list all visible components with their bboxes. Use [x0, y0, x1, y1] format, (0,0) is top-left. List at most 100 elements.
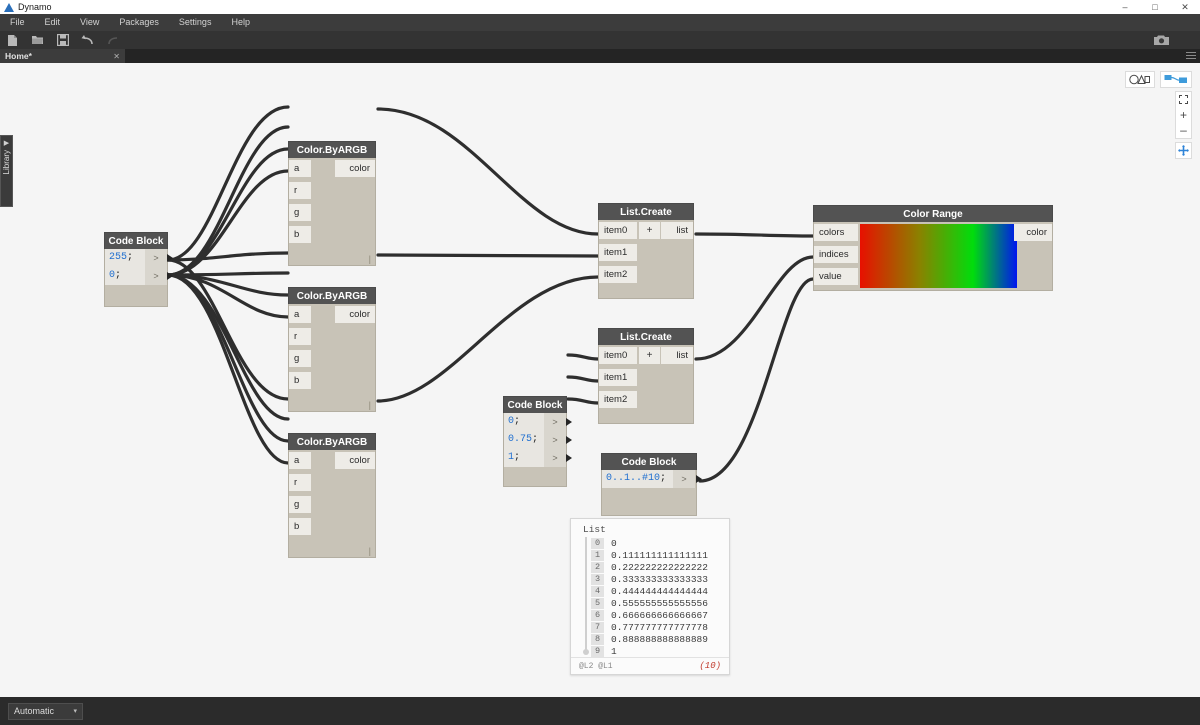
add-input-button[interactable]: +: [639, 222, 660, 239]
output-port-nub[interactable]: [566, 436, 572, 444]
node-resize-handle[interactable]: |: [369, 546, 371, 556]
input-port-item2[interactable]: item2: [599, 266, 637, 283]
code-text[interactable]: 0..1..#10;: [602, 470, 673, 488]
code-text[interactable]: 1;: [504, 449, 544, 467]
menu-item-packages[interactable]: Packages: [109, 14, 169, 31]
minimize-button[interactable]: –: [1110, 0, 1140, 14]
node-color-byargb-2[interactable]: Color.ByARGB a r g b color |: [288, 287, 376, 412]
tab-menu-icon[interactable]: [1186, 52, 1196, 60]
input-port-item1[interactable]: item1: [599, 369, 637, 386]
menu-item-help[interactable]: Help: [221, 14, 260, 31]
library-label: Library: [2, 150, 11, 174]
output-port-nub[interactable]: [566, 454, 572, 462]
input-port-g[interactable]: g: [289, 350, 311, 367]
node-list-create-2[interactable]: List.Create item0 item1 item2 + - list: [598, 328, 694, 424]
redo-button[interactable]: [100, 31, 125, 49]
menu-item-edit[interactable]: Edit: [35, 14, 71, 31]
code-text[interactable]: 0;: [105, 267, 145, 285]
output-port-list[interactable]: list: [667, 347, 693, 364]
code-text[interactable]: 0.75;: [504, 431, 544, 449]
camera-icon[interactable]: [1149, 31, 1174, 49]
output-chevron[interactable]: >: [544, 431, 566, 449]
output-port-nub[interactable]: [566, 418, 572, 426]
node-code-block-indices[interactable]: Code Block 0; > 0.75; > 1; >: [503, 396, 567, 487]
node-color-byargb-3[interactable]: Color.ByARGB a r g b color |: [288, 433, 376, 558]
code-line[interactable]: 0; >: [504, 413, 566, 431]
node-resize-handle[interactable]: |: [369, 254, 371, 264]
menu-item-file[interactable]: File: [0, 14, 35, 31]
node-code-block-range[interactable]: Code Block 0..1..#10; >: [601, 453, 697, 516]
undo-button[interactable]: [75, 31, 100, 49]
graph-view-icon: [1164, 74, 1188, 85]
output-chevron[interactable]: >: [145, 249, 167, 267]
node-color-range[interactable]: Color Range colors indices value color: [813, 205, 1053, 291]
input-port-colors[interactable]: colors: [814, 224, 858, 241]
library-panel-tab[interactable]: ▶ Library: [0, 135, 13, 207]
menu-item-settings[interactable]: Settings: [169, 14, 222, 31]
list-preview-panel[interactable]: List 0010.11111111111111120.222222222222…: [570, 518, 730, 675]
output-port-color[interactable]: color: [1014, 224, 1052, 241]
maximize-button[interactable]: □: [1140, 0, 1170, 14]
node-list-create-1[interactable]: List.Create item0 item1 item2 + - list: [598, 203, 694, 299]
input-port-g[interactable]: g: [289, 204, 311, 221]
output-port-color[interactable]: color: [335, 452, 375, 469]
input-port-r[interactable]: r: [289, 328, 311, 345]
input-port-b[interactable]: b: [289, 226, 311, 243]
input-port-a[interactable]: a: [289, 452, 311, 469]
zoom-in-button[interactable]: +: [1175, 107, 1192, 122]
input-port-item0[interactable]: item0: [599, 347, 637, 364]
input-port-item1[interactable]: item1: [599, 244, 637, 261]
new-file-button[interactable]: [0, 31, 25, 49]
zoom-fit-button[interactable]: [1175, 92, 1192, 107]
code-line[interactable]: 0..1..#10; >: [602, 470, 695, 488]
list-levels[interactable]: @L2 @L1: [579, 662, 613, 671]
list-preview-footer: @L2 @L1 (10): [571, 657, 729, 674]
code-text[interactable]: 255;: [105, 249, 145, 267]
input-port-b[interactable]: b: [289, 518, 311, 535]
graph-view-toggle[interactable]: [1160, 71, 1192, 88]
input-port-a[interactable]: a: [289, 160, 311, 177]
code-line[interactable]: 1; >: [504, 449, 566, 467]
input-port-r[interactable]: r: [289, 182, 311, 199]
tab-home[interactable]: Home* ✕: [0, 49, 125, 63]
zoom-out-button[interactable]: –: [1175, 123, 1192, 138]
geometry-view-toggle[interactable]: [1125, 71, 1155, 88]
code-text[interactable]: 0;: [504, 413, 544, 431]
node-code-block-argb[interactable]: Code Block 255; > 0; >: [104, 232, 168, 307]
output-port-nub[interactable]: [167, 254, 173, 262]
input-port-g[interactable]: g: [289, 496, 311, 513]
output-port-color[interactable]: color: [335, 160, 375, 177]
close-button[interactable]: ✕: [1170, 0, 1200, 14]
tab-close-icon[interactable]: ✕: [113, 52, 120, 61]
node-resize-handle[interactable]: |: [369, 400, 371, 410]
input-port-b[interactable]: b: [289, 372, 311, 389]
menu-bar: File Edit View Packages Settings Help: [0, 14, 1200, 31]
save-button[interactable]: [50, 31, 75, 49]
input-port-value[interactable]: value: [814, 268, 858, 285]
output-port-nub[interactable]: [167, 272, 173, 280]
input-port-indices[interactable]: indices: [814, 246, 858, 263]
graph-canvas[interactable]: ▶ Library Code Block 255; > 0; >: [0, 63, 1200, 697]
open-folder-button[interactable]: [25, 31, 50, 49]
menu-item-view[interactable]: View: [70, 14, 109, 31]
output-port-list[interactable]: list: [667, 222, 693, 239]
output-port-nub[interactable]: [696, 475, 702, 483]
input-port-item2[interactable]: item2: [599, 391, 637, 408]
output-port-color[interactable]: color: [335, 306, 375, 323]
output-chevron[interactable]: >: [544, 449, 566, 467]
node-color-byargb-1[interactable]: Color.ByARGB a r g b color |: [288, 141, 376, 266]
add-input-button[interactable]: +: [639, 347, 660, 364]
pan-button[interactable]: [1175, 142, 1192, 159]
input-port-a[interactable]: a: [289, 306, 311, 323]
output-chevron[interactable]: >: [145, 267, 167, 285]
code-line[interactable]: 0.75; >: [504, 431, 566, 449]
input-port-r[interactable]: r: [289, 474, 311, 491]
code-line[interactable]: 255; >: [105, 249, 167, 267]
input-port-item0[interactable]: item0: [599, 222, 637, 239]
zoom-controls-group: + –: [1175, 91, 1192, 139]
output-chevron[interactable]: >: [673, 470, 695, 488]
list-item: 30.333333333333333: [581, 573, 729, 585]
run-mode-dropdown[interactable]: Automatic ▾: [8, 703, 83, 720]
output-chevron[interactable]: >: [544, 413, 566, 431]
code-line[interactable]: 0; >: [105, 267, 167, 285]
